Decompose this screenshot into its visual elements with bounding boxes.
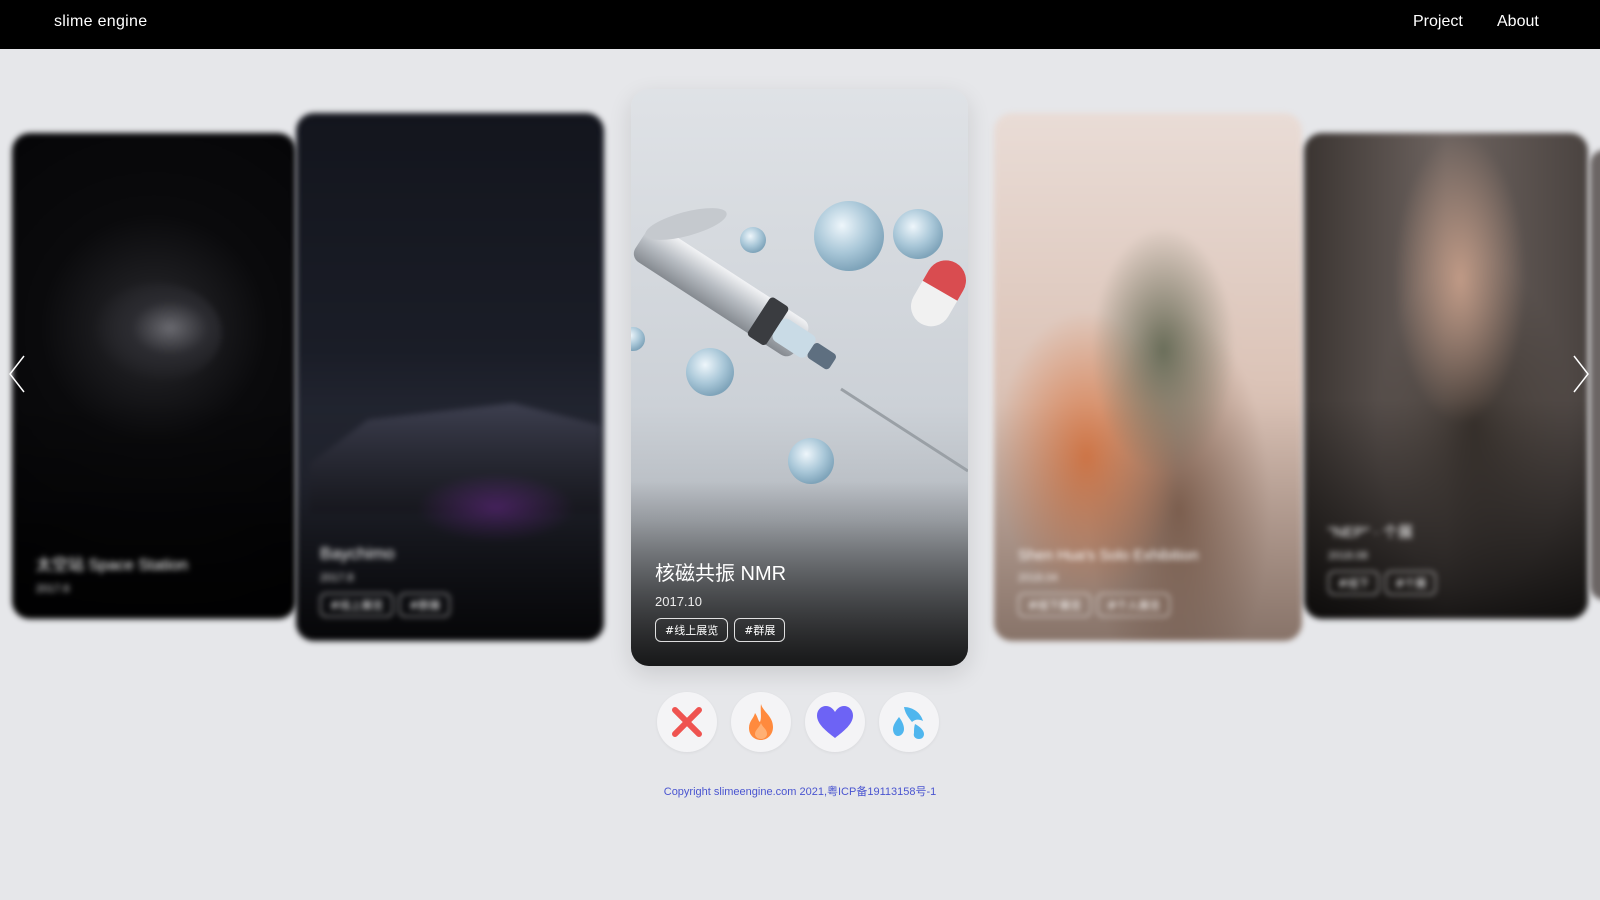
copyright-text: Copyright slimeengine.com 2021,粤ICP备1911… — [663, 786, 937, 798]
card-title: 太空站 Space Station — [36, 557, 189, 574]
card-tag[interactable]: #群展 — [734, 618, 786, 642]
nav-about-link[interactable]: About — [1497, 13, 1539, 31]
card-tag[interactable]: #个展 — [1385, 571, 1437, 595]
project-card-baychimo[interactable]: Baychimo 2017.8 #线上展览 #群展 — [296, 113, 604, 641]
top-navigation-bar: slime engine Project About — [0, 0, 1600, 49]
card-tag[interactable]: #个人展览 — [1097, 593, 1171, 617]
nav-project-link[interactable]: Project — [1413, 13, 1463, 31]
sweat-drops-icon — [893, 707, 924, 739]
project-card-nmr[interactable]: 核磁共振 NMR 2017.10 #线上展览 #群展 — [631, 89, 968, 666]
hot-button[interactable] — [731, 692, 791, 752]
chevron-left-icon — [9, 355, 25, 393]
card-date: 2018.08 — [1328, 550, 1368, 562]
project-card-nep-solo[interactable]: "NEP" · 个展 2018.08 #线下 #个展 — [1304, 133, 1588, 619]
project-card-shen-hua-solo[interactable]: Shen Hua's Solo Exhibition 2018.04 #线下展览… — [994, 113, 1302, 641]
card-title: "NEP" · 个展 — [1328, 524, 1413, 541]
dislike-button[interactable] — [657, 692, 717, 752]
love-button[interactable] — [805, 692, 865, 752]
card-date: 2017.6 — [36, 583, 70, 595]
card-tag[interactable]: #线上展览 — [655, 618, 729, 642]
card-title: 核磁共振 NMR — [655, 563, 787, 585]
card-date: 2017.8 — [320, 572, 354, 584]
card-tag[interactable]: #群展 — [399, 593, 451, 617]
project-card-partial[interactable] — [1590, 150, 1600, 600]
card-title: Baychimo — [320, 544, 395, 563]
card-tag[interactable]: #线上展览 — [320, 593, 394, 617]
cross-icon — [672, 707, 702, 737]
card-date: 2017.10 — [655, 594, 702, 609]
site-logo[interactable]: slime engine — [54, 13, 147, 31]
heart-icon — [817, 706, 853, 738]
card-date: 2018.04 — [1018, 572, 1058, 584]
chevron-right-icon — [1573, 355, 1589, 393]
fire-icon — [749, 704, 773, 740]
carousel-next-button[interactable] — [1572, 354, 1590, 394]
card-title: Shen Hua's Solo Exhibition — [1018, 547, 1199, 564]
carousel-prev-button[interactable] — [8, 354, 26, 394]
card-tag[interactable]: #线下 — [1328, 571, 1380, 595]
card-tag[interactable]: #线下展览 — [1018, 593, 1092, 617]
reaction-bar — [657, 692, 939, 752]
project-card-space-station[interactable]: 太空站 Space Station 2017.6 — [12, 133, 296, 619]
sweat-button[interactable] — [879, 692, 939, 752]
